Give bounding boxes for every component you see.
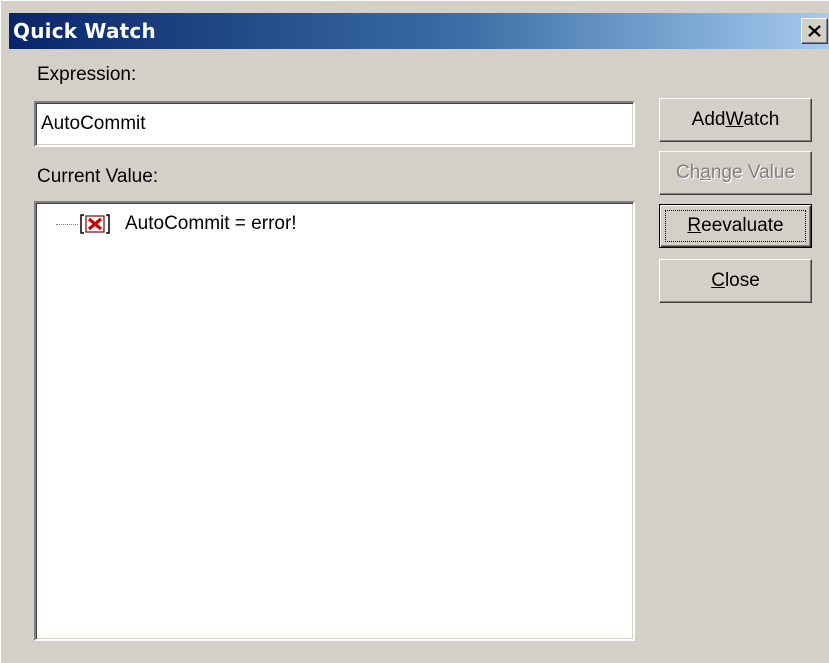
close-icon [808, 25, 821, 37]
change-value-button[interactable]: Ch a nge Value [659, 151, 812, 195]
expression-input[interactable] [34, 101, 635, 147]
quick-watch-dialog: Quick Watch Expression: Current Value: A… [0, 0, 829, 663]
title-bar[interactable]: Quick Watch [9, 13, 829, 49]
close-button[interactable]: Close [659, 259, 812, 303]
current-value-label: Current Value: [37, 166, 159, 187]
window-title: Quick Watch [13, 19, 156, 43]
tree-item[interactable]: AutoCommit = error! [56, 211, 297, 237]
add-watch-label-post: atch [743, 109, 780, 130]
close-window-button[interactable] [801, 18, 828, 44]
add-watch-label-pre: Add [691, 109, 726, 130]
close-label-post: lose [724, 270, 760, 291]
expression-label: Expression: [37, 64, 137, 85]
focus-rectangle [665, 210, 806, 242]
change-value-label-post: nge Value [710, 162, 796, 183]
current-value-tree[interactable]: AutoCommit = error! [34, 201, 635, 641]
tree-connector [56, 223, 78, 225]
change-value-label-pre: Ch [675, 162, 701, 183]
error-icon [80, 214, 110, 234]
change-value-accelerator: a [700, 162, 711, 183]
add-watch-button[interactable]: Add Watch [659, 98, 812, 142]
close-accelerator: C [711, 270, 725, 291]
add-watch-accelerator: W [725, 109, 744, 130]
reevaluate-button[interactable]: Reevaluate [659, 204, 812, 248]
tree-item-label: AutoCommit = error! [125, 213, 297, 234]
